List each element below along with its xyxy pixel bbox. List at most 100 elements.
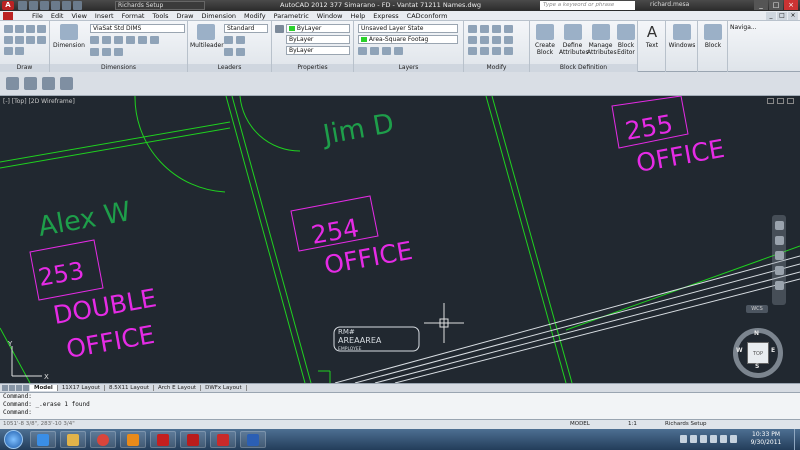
dim-baseline-icon[interactable] [126, 36, 135, 44]
menu-window[interactable]: Window [313, 12, 347, 20]
zoom-icon[interactable] [774, 251, 784, 260]
next-tab-icon[interactable] [16, 385, 22, 391]
command-input[interactable]: Command: [3, 409, 800, 417]
compass-south[interactable]: S [755, 363, 759, 370]
viewport-controls-label[interactable]: [-] [Top] [2D Wireframe] [3, 98, 75, 105]
pan-icon[interactable] [774, 236, 784, 245]
menu-dimension[interactable]: Dimension [197, 12, 240, 20]
array-icon[interactable] [492, 47, 501, 55]
tray-icon[interactable] [700, 435, 707, 443]
showmotion-icon[interactable] [774, 281, 784, 290]
command-window[interactable]: Command: Command: _.erase 1 found Comman… [0, 392, 800, 419]
menu-tools[interactable]: Tools [148, 12, 172, 20]
doc-minimize-button[interactable]: _ [766, 12, 776, 20]
orbit-icon[interactable] [774, 266, 784, 275]
dim-aligned-icon[interactable] [102, 36, 111, 44]
minimize-button[interactable]: _ [754, 0, 768, 10]
align-leader-icon[interactable] [224, 48, 233, 56]
trim-icon[interactable] [492, 25, 501, 33]
menu-express[interactable]: Express [369, 12, 402, 20]
rectangle-icon[interactable] [4, 36, 13, 44]
add-leader-icon[interactable] [224, 36, 233, 44]
menu-modify[interactable]: Modify [240, 12, 270, 20]
redo-icon[interactable] [62, 1, 71, 10]
tray-icon[interactable] [690, 435, 697, 443]
annotation-scale[interactable]: 1:1 [628, 421, 637, 427]
network-icon[interactable] [710, 435, 717, 443]
tab-arch-e-layout[interactable]: Arch E Layout [154, 385, 202, 391]
model-space-button[interactable]: MODEL [570, 421, 590, 427]
offset-icon[interactable] [504, 47, 513, 55]
region-icon[interactable] [15, 47, 24, 55]
mleader-style-dropdown[interactable]: Standard [224, 24, 268, 33]
vp-close-icon[interactable] [787, 98, 794, 104]
clock[interactable]: 10:33 PM 9/30/2011 [744, 431, 788, 447]
menu-edit[interactable]: Edit [47, 12, 68, 20]
draw-panel-title[interactable]: Draw [0, 64, 49, 72]
layer-off-icon[interactable] [370, 47, 379, 55]
line-icon[interactable] [4, 25, 13, 33]
stretch-icon[interactable] [468, 47, 477, 55]
color-dropdown[interactable]: ByLayer [286, 24, 350, 33]
tray-icon[interactable] [680, 435, 687, 443]
workspace-dropdown[interactable]: Richards Setup [115, 1, 205, 10]
close-button[interactable]: × [784, 0, 798, 10]
block-definition-panel-title[interactable]: Block Definition [530, 64, 637, 72]
polyline-icon[interactable] [15, 25, 24, 33]
start-button[interactable] [4, 430, 23, 449]
copy-icon[interactable] [468, 36, 477, 44]
hatch-icon[interactable] [15, 36, 24, 44]
menu-file[interactable]: File [28, 12, 47, 20]
dim-break-icon[interactable] [90, 48, 99, 56]
match-properties-icon[interactable] [275, 25, 284, 33]
tab-8-5x11-layout[interactable]: 8.5X11 Layout [105, 385, 154, 391]
block-editor-button[interactable]: Block Editor [615, 24, 637, 56]
application-menu-button[interactable]: A [2, 1, 14, 10]
compass-east[interactable]: E [771, 347, 775, 354]
dim-continue-icon[interactable] [114, 36, 123, 44]
user-name[interactable]: richard.mesa [650, 1, 689, 8]
open-icon[interactable] [29, 1, 38, 10]
save-icon[interactable] [40, 1, 49, 10]
taskbar-ie[interactable] [30, 431, 56, 448]
taskbar-outlook[interactable] [120, 431, 146, 448]
circle-icon[interactable] [26, 25, 35, 33]
dim-linear-icon[interactable] [90, 36, 99, 44]
layer-tool-4-icon[interactable] [60, 77, 73, 90]
document-icon[interactable] [3, 12, 13, 20]
dimensions-panel-title[interactable]: Dimensions [50, 64, 187, 72]
drawing-viewport[interactable]: Y X Alex W Jim D 253 DOUBLE OFFICE 254 O… [0, 96, 800, 383]
spline-icon[interactable] [26, 36, 35, 44]
prev-tab-icon[interactable] [9, 385, 15, 391]
doc-restore-button[interactable]: □ [777, 12, 787, 20]
new-icon[interactable] [18, 1, 27, 10]
scale-icon[interactable] [480, 47, 489, 55]
workspace-switcher[interactable]: Richards Setup [665, 421, 707, 427]
windows-button[interactable]: Windows [668, 24, 696, 49]
modify-panel-title[interactable]: Modify [464, 64, 529, 72]
layer-tool-3-icon[interactable] [42, 77, 55, 90]
taskbar-explorer[interactable] [60, 431, 86, 448]
menu-parametric[interactable]: Parametric [270, 12, 313, 20]
menu-cadconform[interactable]: CADconform [403, 12, 452, 20]
text-button[interactable]: A Text [640, 24, 664, 49]
show-desktop-button[interactable] [794, 429, 800, 450]
erase-icon[interactable] [504, 25, 513, 33]
block-button[interactable]: Block [700, 24, 726, 49]
taskbar-word[interactable] [240, 431, 266, 448]
layer-freeze-icon[interactable] [394, 47, 403, 55]
layer-isolate-icon[interactable] [382, 47, 391, 55]
mirror-icon[interactable] [480, 36, 489, 44]
menu-draw[interactable]: Draw [173, 12, 198, 20]
dimension-button[interactable]: Dimension [52, 24, 86, 49]
rotate-icon[interactable] [480, 25, 489, 33]
viewcube-top-face[interactable]: TOP [747, 342, 769, 364]
leaders-panel-title[interactable]: Leaders [188, 64, 271, 72]
lineweight-dropdown[interactable]: ByLayer [286, 46, 350, 55]
point-icon[interactable] [4, 47, 13, 55]
define-attributes-button[interactable]: Define Attributes [559, 24, 589, 56]
collect-leader-icon[interactable] [236, 48, 245, 56]
dim-angular-icon[interactable] [150, 36, 159, 44]
menu-format[interactable]: Format [118, 12, 149, 20]
power-icon[interactable] [730, 435, 737, 443]
